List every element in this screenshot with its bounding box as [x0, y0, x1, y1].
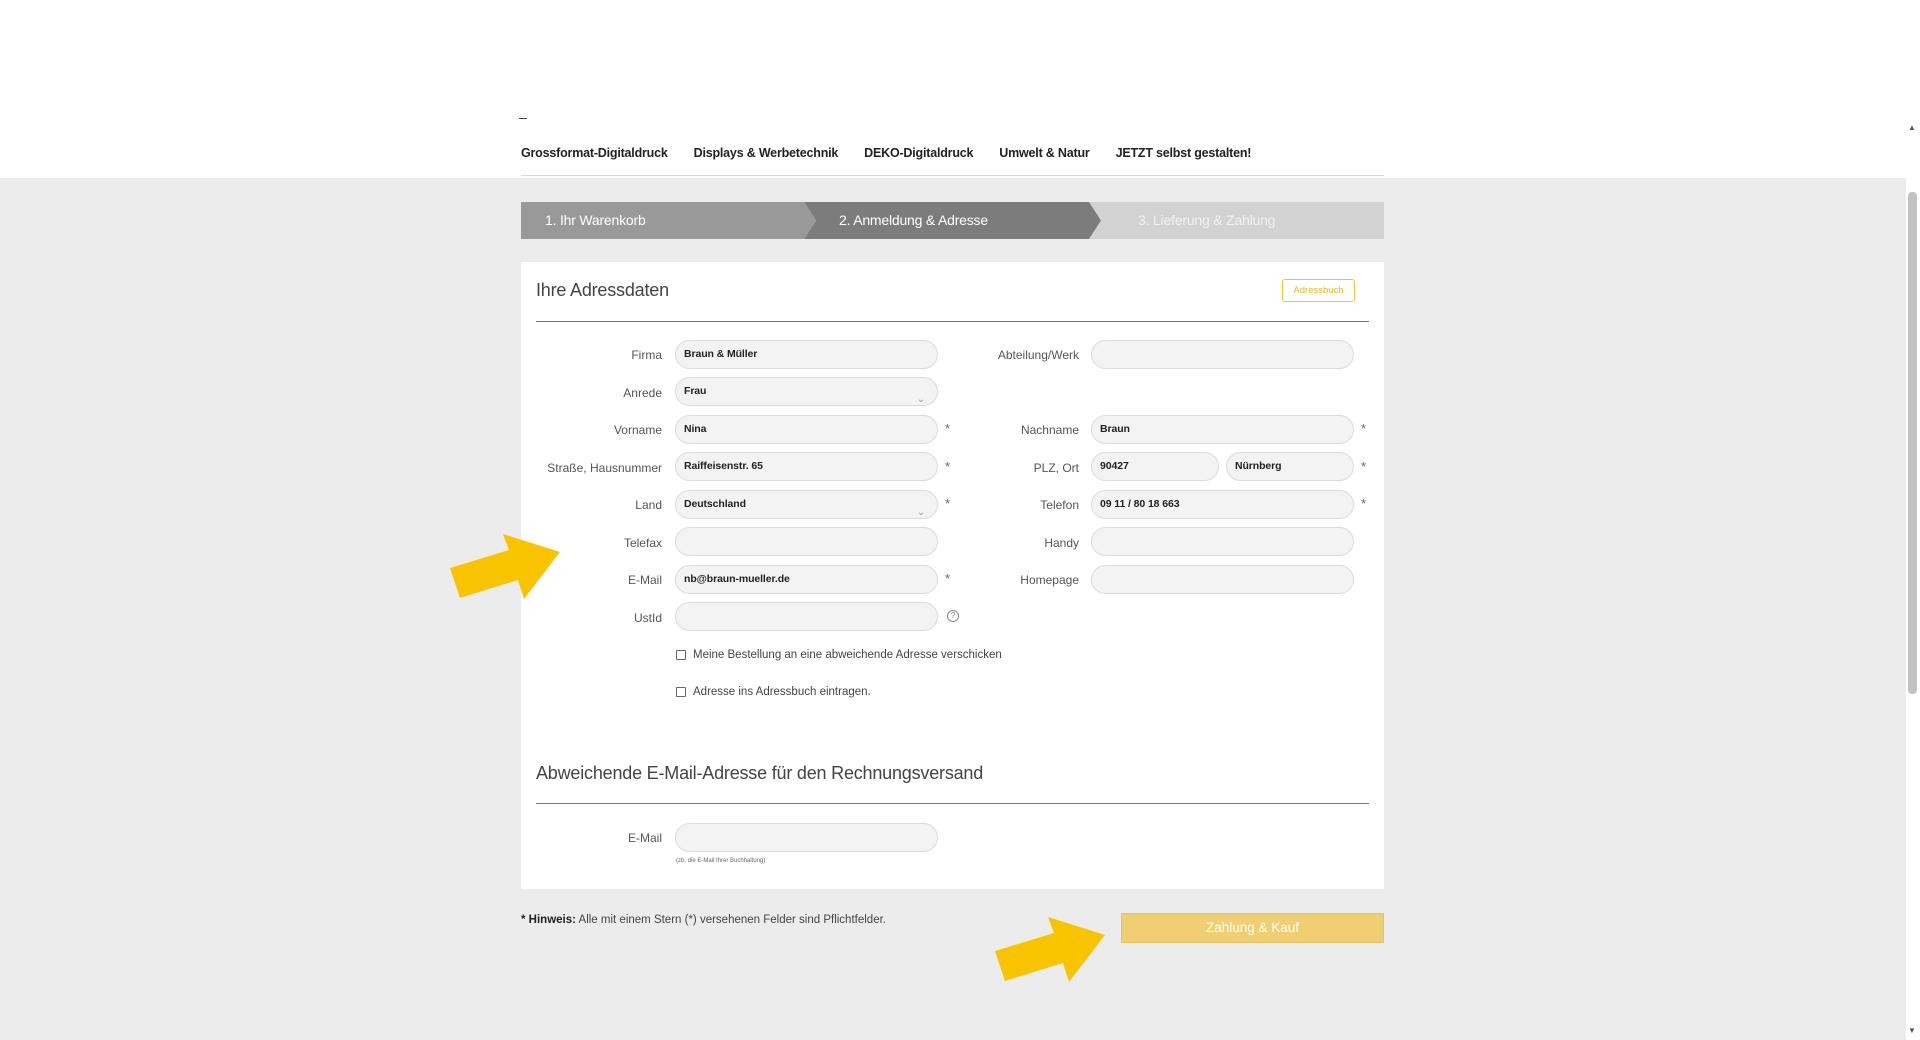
strasse-field[interactable]: Raiffeisenstr. 65: [675, 452, 938, 481]
invoice-email-note: (zb. die E-Mail Ihrer Buchhaltung): [676, 858, 766, 864]
scrollbar-thumb[interactable]: [1908, 192, 1917, 694]
handy-label: Handy: [1044, 536, 1079, 550]
main-nav: Grossformat-Digitaldruck Displays & Werb…: [521, 146, 1251, 160]
step-warenkorb[interactable]: 1. Ihr Warenkorb: [521, 202, 816, 239]
vorname-label: Vorname: [613, 423, 662, 437]
invoice-email-title: Abweichende E-Mail-Adresse für den Rechn…: [536, 763, 984, 783]
nav-item-deko[interactable]: DEKO-Digitaldruck: [864, 146, 973, 160]
land-label: Land: [635, 498, 662, 512]
land-select[interactable]: Deutschland ⌄: [675, 490, 938, 519]
nav-item-grossformat[interactable]: Grossformat-Digitaldruck: [521, 146, 668, 160]
nav-item-displays[interactable]: Displays & Werbetechnik: [694, 146, 839, 160]
invoice-email-label: E-Mail: [627, 831, 662, 845]
addressbook-option[interactable]: Adresse ins Adressbuch eintragen.: [676, 686, 871, 698]
firma-field[interactable]: Braun & Müller: [675, 340, 938, 369]
nav-item-gestalten[interactable]: JETZT selbst gestalten!: [1116, 146, 1252, 160]
addressbook-button[interactable]: Adressbuch: [1282, 279, 1355, 302]
nav-divider: [521, 175, 1384, 176]
invoice-email-field[interactable]: [675, 823, 938, 852]
other-address-checkbox[interactable]: [676, 650, 686, 660]
address-section-title: Ihre Adressdaten: [536, 280, 669, 300]
required-hint: * Hinweis: Alle mit einem Stern (*) vers…: [521, 914, 886, 926]
hint-text: Alle mit einem Stern (*) versehenen Feld…: [575, 914, 886, 926]
addressbook-checkbox[interactable]: [676, 687, 686, 697]
scroll-up-icon[interactable]: ▲: [1908, 123, 1916, 132]
arrow-right-icon: [995, 917, 1105, 982]
help-icon[interactable]: ?: [947, 610, 959, 622]
firma-label: Firma: [631, 348, 662, 362]
abteilung-label: Abteilung/Werk: [997, 348, 1079, 362]
nachname-field[interactable]: Braun: [1091, 415, 1354, 444]
invoice-email-divider: [536, 803, 1369, 804]
nachname-required-mark: *: [1361, 421, 1367, 436]
payment-purchase-button[interactable]: Zahlung & Kauf: [1121, 913, 1384, 943]
plz-ort-label: PLZ, Ort: [1033, 461, 1079, 475]
nachname-label: Nachname: [1020, 423, 1079, 437]
checkout-steps: 1. Ihr Warenkorb 2. Anmeldung & Adresse …: [521, 202, 1384, 239]
homepage-label: Homepage: [1020, 573, 1079, 587]
addressbook-option-label: Adresse ins Adressbuch eintragen.: [693, 686, 871, 698]
telefon-label: Telefon: [1040, 498, 1079, 512]
abteilung-field[interactable]: [1091, 340, 1354, 369]
logo[interactable]: [519, 118, 527, 119]
ustid-field[interactable]: [675, 602, 938, 631]
anrede-label: Anrede: [623, 386, 662, 400]
vorname-field[interactable]: Nina: [675, 415, 938, 444]
arrow-right-icon: [450, 534, 560, 599]
telefon-field[interactable]: 09 11 / 80 18 663: [1091, 490, 1354, 519]
other-address-option[interactable]: Meine Bestellung an eine abweichende Adr…: [676, 649, 1002, 661]
other-address-label: Meine Bestellung an eine abweichende Adr…: [693, 649, 1002, 661]
strasse-label: Straße, Hausnummer: [547, 461, 662, 475]
chevron-down-icon: ⌄: [916, 394, 925, 405]
ort-field[interactable]: Nürnberg: [1226, 452, 1354, 481]
email-field[interactable]: nb@braun-mueller.de: [675, 565, 938, 594]
hint-label: * Hinweis:: [521, 914, 576, 926]
step-lieferung: 3. Lieferung & Zahlung: [1089, 202, 1384, 239]
plz-ort-required-mark: *: [1361, 459, 1367, 474]
anrede-select[interactable]: Frau ⌄: [675, 377, 938, 406]
address-section-divider: [536, 321, 1369, 322]
plz-field[interactable]: 90427: [1091, 452, 1219, 481]
telefon-required-mark: *: [1361, 496, 1367, 511]
step-anmeldung: 2. Anmeldung & Adresse: [804, 202, 1101, 239]
homepage-field[interactable]: [1091, 565, 1354, 594]
telefax-field[interactable]: [675, 527, 938, 556]
scroll-down-icon[interactable]: ▼: [1908, 1026, 1916, 1035]
ustid-label: UstId: [633, 611, 662, 625]
handy-field[interactable]: [1091, 527, 1354, 556]
land-value: Deutschland: [684, 498, 746, 510]
anrede-value: Frau: [684, 385, 707, 397]
nav-item-umwelt[interactable]: Umwelt & Natur: [999, 146, 1089, 160]
